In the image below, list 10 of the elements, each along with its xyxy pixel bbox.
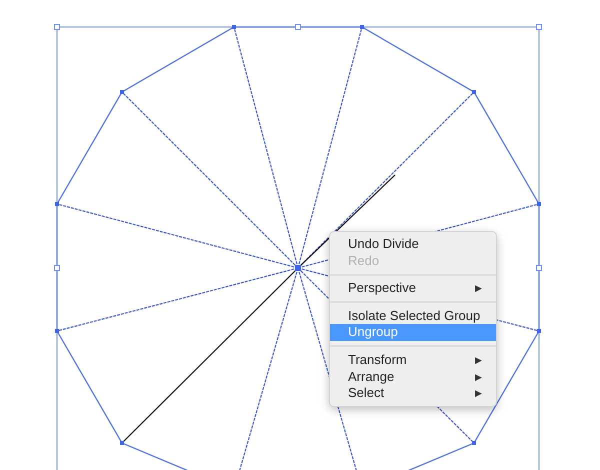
submenu-arrow-icon: ▶ — [475, 368, 482, 386]
menu-item[interactable]: Select ▶ — [330, 385, 496, 402]
submenu-arrow-icon: ▶ — [475, 385, 482, 402]
menu-item[interactable]: Undo Divide — [330, 236, 496, 253]
menu-item[interactable]: Perspective ▶ — [330, 280, 496, 297]
submenu-arrow-icon: ▶ — [475, 352, 482, 369]
menu-item[interactable]: Arrange ▶ — [330, 368, 496, 386]
menu-item[interactable]: Transform ▶ — [330, 352, 496, 369]
submenu-arrow-icon: ▶ — [475, 280, 482, 297]
menu-item[interactable]: Isolate Selected Group — [330, 308, 496, 324]
